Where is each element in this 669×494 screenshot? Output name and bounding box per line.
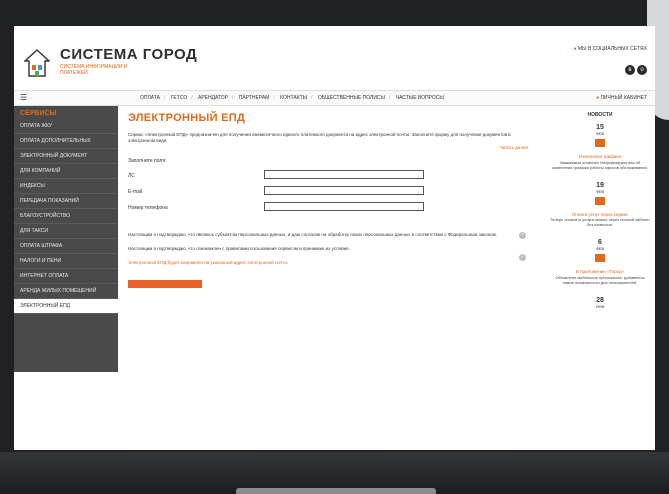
sidebar-item[interactable]: ДЛЯ КОМПАНИЙ [14, 164, 118, 179]
site-header: СИСТЕМА ГОРОД СИСТЕМА ИНФОРМАЦИИ И ПЛАТЕ… [14, 26, 655, 90]
form-row: E-mail [128, 186, 528, 202]
news-body: Теперь оплатить услуги можно через личны… [550, 217, 650, 227]
nav-item[interactable]: ОБЩЕСТВЕННЫЕ ПОЛИСЫ [318, 95, 385, 101]
phone-input[interactable] [264, 202, 424, 211]
news-item[interactable]: 6 ФЕВ В приложении «Город» Обновлено моб… [550, 239, 650, 285]
sidebar-item[interactable]: БЛАГОУСТРОЙСТВО [14, 209, 118, 224]
sidebar-item[interactable]: ПЕРЕДАЧА ПОКАЗАНИЙ [14, 194, 118, 209]
sidebar-item[interactable]: ДЛЯ ТАКСИ [14, 224, 118, 239]
news-body: Уважаемые клиенты! Информируем вас об из… [552, 159, 648, 170]
services-sidebar: СЕРВИСЫ ОПЛАТА ЖКУ ОПЛАТА ДОПОЛНИТЕЛЬНЫХ… [14, 106, 118, 372]
submit-button[interactable] [128, 280, 202, 288]
sidebar-item[interactable]: НАЛОГИ И ПЕНИ [14, 254, 118, 269]
form-row: ЛС [128, 170, 528, 186]
nav-items: ОПЛАТА / ГЕТСО / АРЕНДАТОР / ПАРТНЕРАМ / КОН… [140, 95, 444, 101]
phone-label: Номер телефона [128, 205, 168, 211]
sidebar-item-active[interactable]: ЭЛЕКТРОННЫЙ ЕПД [14, 299, 118, 314]
sidebar-item[interactable]: ЭЛЕКТРОННЫЙ ДОКУМЕНТ [14, 149, 118, 164]
personal-account-label: ЛИЧНЫЙ КАБИНЕТ [600, 95, 647, 101]
nav-item[interactable]: КОНТАКТЫ [280, 95, 307, 101]
email-input[interactable] [264, 186, 424, 195]
consent-block: ✓ Настоящим я подтверждаю, что являюсь с… [128, 232, 528, 266]
news-month: ЯНВ [595, 303, 605, 309]
social-link-label: МЫ В СОЦИАЛЬНЫХ СЕТЯХ [578, 46, 647, 52]
nav-item[interactable]: АРЕНДАТОР [198, 95, 228, 101]
news-day: 6 [598, 239, 602, 246]
nav-item[interactable]: ОПЛАТА [140, 95, 160, 101]
checkbox-icon[interactable]: ✓ [519, 254, 526, 261]
account-input[interactable] [264, 170, 424, 179]
nav-item[interactable]: ПАРТНЕРАМ [239, 95, 270, 101]
read-more-link[interactable]: Читать далее [128, 145, 528, 150]
form-caption: Заполните поля: [128, 158, 167, 164]
news-day: 28 [596, 296, 604, 304]
sidebar-title: СЕРВИСЫ [20, 110, 57, 117]
screen: СИСТЕМА ГОРОД СИСТЕМА ИНФОРМАЦИИ И ПЛАТЕ… [14, 26, 655, 450]
laptop-notch [236, 488, 436, 494]
nav-item[interactable]: ЧАСТЫЕ ВОПРОСЫ [396, 95, 444, 101]
consent-text: Настоящим я подтверждаю, что ознакомлен … [128, 246, 350, 251]
sidebar-item[interactable]: ОПЛАТА ДОПОЛНИТЕЛЬНЫХ [14, 134, 118, 149]
ok-icon[interactable]: о [637, 65, 647, 75]
sidebar-item[interactable]: ОПЛАТА ЖКУ [14, 119, 118, 134]
main-content: ЭЛЕКТРОННЫЙ ЕПД Сервис «Электронный ЕПД»… [128, 112, 528, 292]
email-label: E-mail [128, 189, 143, 195]
news-day: 15 [596, 124, 604, 131]
news-icon [595, 196, 605, 205]
checkbox-icon[interactable]: ✓ [519, 232, 526, 239]
main-nav: ☰ ОПЛАТА / ГЕТСО / АРЕНДАТОР / ПАРТНЕРАМ / К… [14, 90, 655, 106]
sidebar-item[interactable]: ИНТЕРНЕТ ОПЛАТА [14, 269, 118, 284]
news-title: НОВОСТИ [587, 112, 613, 118]
news-item[interactable]: 19 ФЕВ Оплата услуг через сервис Теперь … [550, 182, 650, 228]
intro-text: Сервис «Электронный ЕПД» предназначен дл… [128, 132, 511, 143]
house-logo-icon[interactable] [24, 48, 50, 78]
sidebar-item[interactable]: ОПЛАТА ШТРАФА [14, 239, 118, 254]
account-label: ЛС [128, 173, 135, 179]
vk-icon[interactable]: в [625, 65, 635, 75]
menu-icon[interactable]: ☰ [20, 93, 27, 102]
news-column: НОВОСТИ 15 ФЕВ Изменение графика Уважаем… [550, 112, 650, 321]
news-icon [595, 254, 605, 262]
news-item[interactable]: 15 ФЕВ Изменение графика Уважаемые клиен… [550, 124, 650, 170]
consent-link[interactable]: Электронный ЕПД будет направлен на указа… [128, 260, 498, 266]
site-subtitle: СИСТЕМА ИНФОРМАЦИИ И ПЛАТЕЖЕЙ [60, 64, 128, 76]
sidebar-item[interactable]: АРЕНДА ЖИЛЫХ ПОМЕЩЕНИЙ [14, 284, 118, 299]
news-month: ФЕВ [595, 188, 605, 194]
news-icon [595, 139, 605, 147]
consent-text: Настоящим я подтверждаю, что являюсь суб… [128, 232, 498, 237]
social-icons: во [623, 58, 647, 76]
personal-account-link[interactable]: ● ЛИЧНЫЙ КАБИНЕТ [596, 95, 647, 101]
news-month: ФЕВ [595, 246, 605, 251]
nav-item[interactable]: ГЕТСО [171, 95, 188, 101]
page-title: ЭЛЕКТРОННЫЙ ЕПД [128, 112, 246, 124]
sidebar-item[interactable]: ИНДЕКСЫ [14, 179, 118, 194]
news-month: ФЕВ [595, 131, 605, 136]
form-row: Номер телефона [128, 202, 528, 218]
social-link[interactable]: ● МЫ В СОЦИАЛЬНЫХ СЕТЯХ [574, 46, 647, 52]
site-title[interactable]: СИСТЕМА ГОРОД [60, 46, 197, 63]
news-item[interactable]: 28 ЯНВ [550, 297, 650, 309]
news-day: 19 [596, 181, 604, 189]
news-body: Обновлено мобильное приложение, добавлен… [555, 274, 645, 285]
